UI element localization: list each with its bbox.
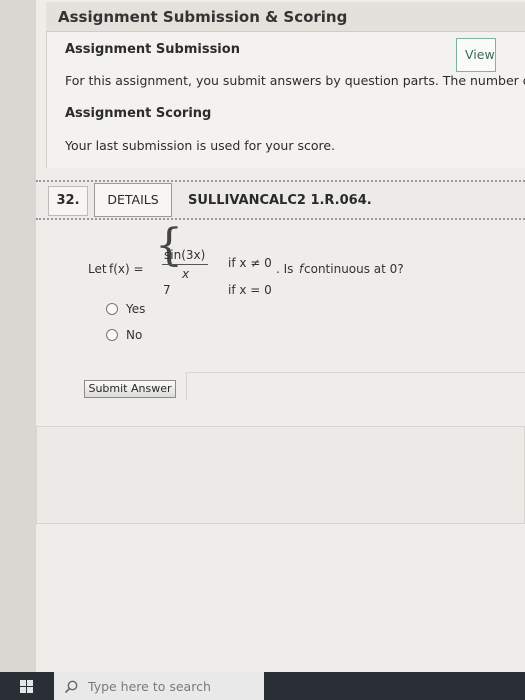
next-panel (36, 426, 525, 524)
question-code: SULLIVANCALC2 1.R.064. (188, 193, 372, 208)
question-number: 32. (48, 186, 88, 216)
case-value: 7 (163, 283, 171, 297)
question-body: Let f(x) = { sin(3x) x 7 if x ≠ 0 if x =… (36, 222, 525, 422)
answer-area-border (186, 372, 187, 400)
panel-title: Assignment Submission & Scoring (46, 2, 525, 32)
radio-yes[interactable] (106, 303, 118, 315)
function-label: f(x) = (109, 262, 144, 276)
scoring-heading: Assignment Scoring (65, 106, 212, 121)
option-yes-label: Yes (126, 302, 146, 316)
denominator: x (182, 267, 190, 281)
windows-icon[interactable] (20, 680, 34, 694)
search-icon (64, 680, 78, 694)
condition-nonzero: if x ≠ 0 (228, 256, 272, 270)
taskbar: Type here to search (0, 672, 525, 700)
prompt-pre: . Is (276, 262, 294, 276)
condition-zero: if x = 0 (228, 283, 272, 297)
view-button[interactable]: View (456, 38, 496, 72)
fraction-bar (162, 264, 208, 265)
search-placeholder: Type here to search (88, 679, 211, 694)
submission-heading: Assignment Submission (65, 42, 240, 57)
option-no-label: No (126, 328, 143, 342)
question-header: 32. DETAILS SULLIVANCALC2 1.R.064. (36, 180, 525, 220)
taskbar-search[interactable]: Type here to search (54, 672, 264, 700)
details-button[interactable]: DETAILS (94, 183, 172, 217)
let-text: Let (88, 262, 107, 276)
submission-panel: Assignment Submission For this assignmen… (46, 32, 525, 168)
submission-text: For this assignment, you submit answers … (65, 73, 525, 88)
scoring-text: Your last submission is used for your sc… (65, 138, 336, 153)
prompt-f: f (299, 262, 304, 276)
assignment-page: Assignment Submission & Scoring Assignme… (36, 0, 525, 672)
prompt-post: continuous at 0? (304, 262, 404, 276)
numerator: sin(3x) (164, 248, 206, 262)
radio-no[interactable] (106, 329, 118, 341)
answer-area-border (186, 372, 525, 373)
submit-answer-button[interactable]: Submit Answer (84, 380, 176, 398)
